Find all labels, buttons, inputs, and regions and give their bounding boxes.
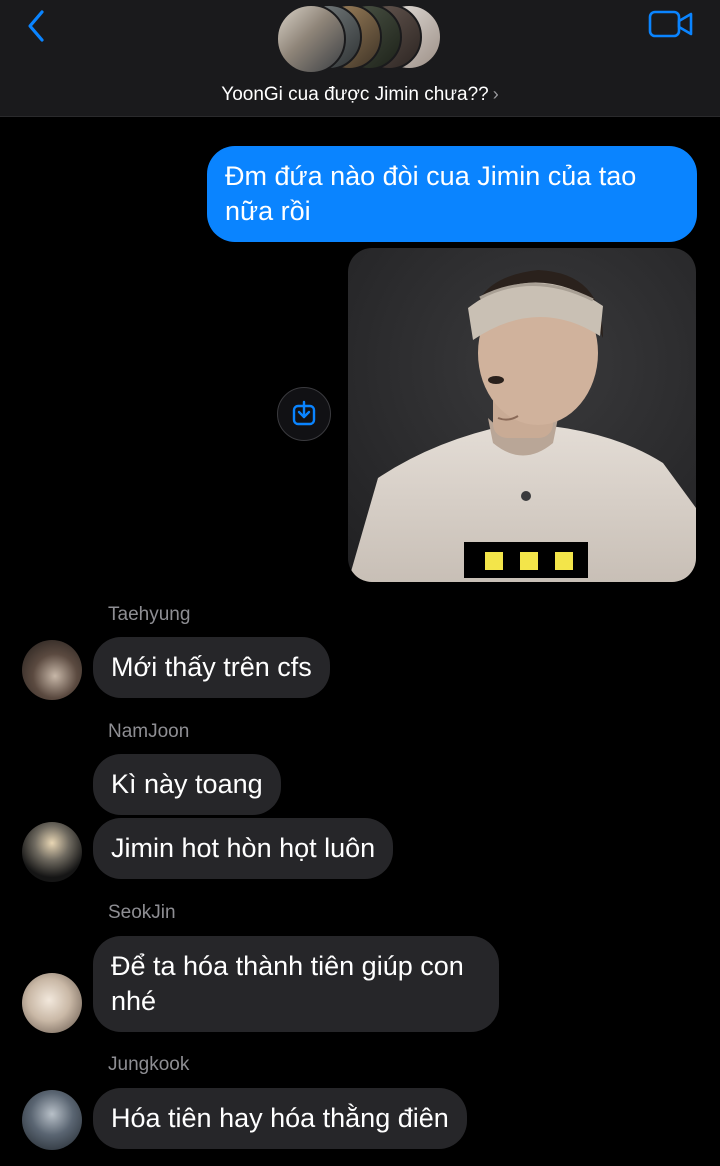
message-text: Kì này toang [111, 769, 263, 799]
sender-name: NamJoon [108, 721, 190, 742]
photo-image [348, 248, 696, 582]
sender-name: Jungkook [108, 1054, 190, 1075]
message-text: Jimin hot hòn họt luôn [111, 833, 376, 863]
avatar[interactable] [22, 640, 82, 700]
outgoing-message[interactable]: Đm đứa nào đòi cua Jimin của tao nữa rồi [207, 146, 697, 242]
video-camera-icon [648, 10, 693, 38]
sender-name: Taehyung [108, 604, 191, 625]
chevron-left-icon [28, 10, 44, 42]
back-button[interactable] [22, 8, 54, 44]
incoming-message[interactable]: Để ta hóa thành tiên giúp con nhé [93, 936, 499, 1032]
message-text: Đm đứa nào đòi cua Jimin của tao nữa rồi [225, 161, 637, 226]
chevron-right-icon: › [492, 84, 499, 104]
avatar[interactable] [22, 822, 82, 882]
incoming-message[interactable]: Hóa tiên hay hóa thằng điên [93, 1088, 467, 1149]
message-text: Hóa tiên hay hóa thằng điên [111, 1103, 449, 1133]
video-call-button[interactable] [648, 8, 694, 40]
sender-name: SeokJin [108, 902, 176, 923]
group-avatars[interactable] [276, 4, 446, 74]
message-text: Để ta hóa thành tiên giúp con nhé [111, 951, 464, 1016]
download-icon [292, 400, 316, 426]
group-member-avatar [276, 4, 346, 74]
chat-header: YoonGi cua được Jimin chưa?? › [0, 0, 720, 117]
shared-photo[interactable] [348, 248, 696, 582]
message-text: Mới thấy trên cfs [111, 652, 312, 682]
save-image-button[interactable] [277, 387, 331, 441]
group-name-label: YoonGi cua được Jimin chưa?? [221, 84, 489, 105]
avatar[interactable] [22, 973, 82, 1033]
incoming-message[interactable]: Mới thấy trên cfs [93, 637, 330, 698]
group-name[interactable]: YoonGi cua được Jimin chưa?? › [0, 84, 720, 106]
incoming-message[interactable]: Jimin hot hòn họt luôn [93, 818, 394, 879]
avatar[interactable] [22, 1090, 82, 1150]
incoming-message[interactable]: Kì này toang [93, 754, 281, 815]
